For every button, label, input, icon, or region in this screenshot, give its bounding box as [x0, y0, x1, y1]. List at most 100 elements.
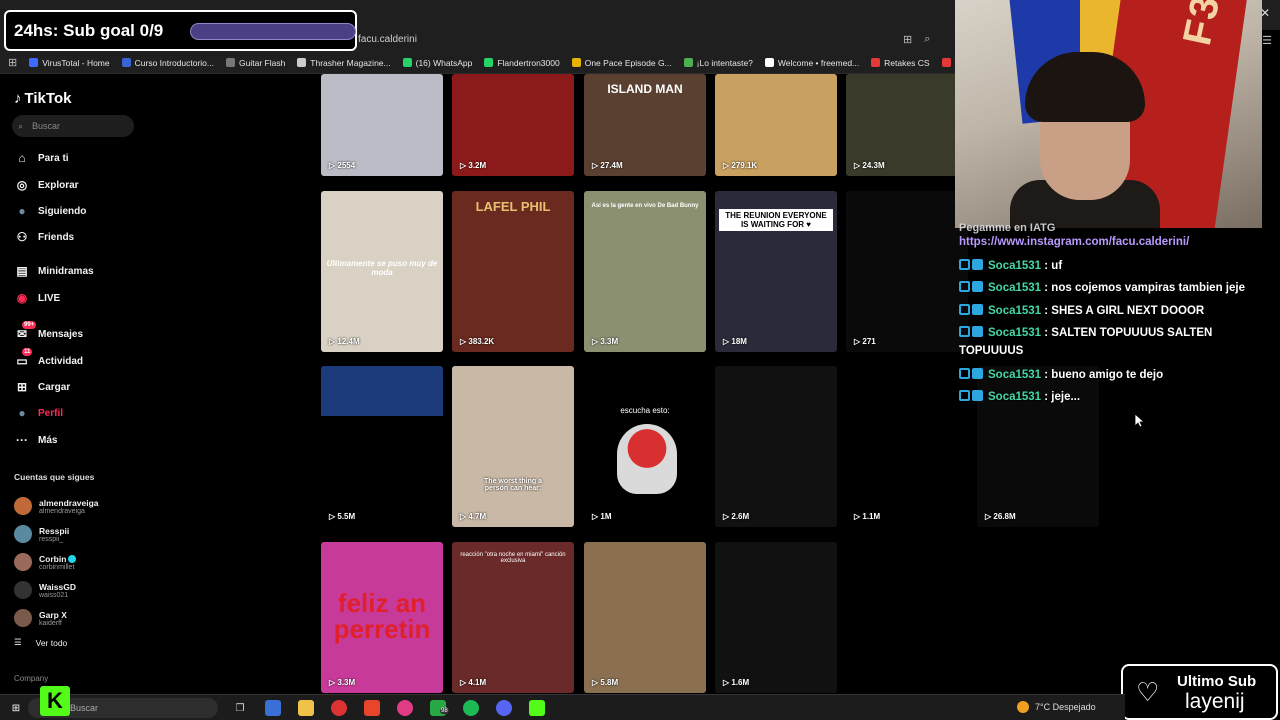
sidebar-item-explorar[interactable]: ◎ Explorar [14, 177, 79, 193]
kick-taskbar-icon[interactable] [529, 700, 545, 716]
video-thumbnail[interactable]: escucha esto: ▷ 1M [584, 366, 706, 527]
last-sub-overlay: ♡ Ultimo Sub layenij [1121, 664, 1278, 720]
view-count: ▷ 2.6M [723, 512, 750, 521]
chat-message: Soca1531 : jeje... [959, 388, 1259, 406]
sidebar-item-perfil[interactable]: ● Perfil [14, 405, 63, 421]
chat-message: Soca1531 : SHES A GIRL NEXT DOOOR [959, 302, 1259, 320]
weather-text: 7°C Despejado [1035, 702, 1096, 712]
video-thumbnail[interactable]: ▷ 271 [846, 191, 968, 352]
chat-instagram-link[interactable]: https://www.instagram.com/facu.calderini… [959, 236, 1189, 248]
chat-badge-icon [959, 259, 970, 270]
weather-widget[interactable]: 7°C Despejado [1017, 701, 1096, 713]
bookmark-item[interactable]: VirusTotal - Home [29, 58, 110, 68]
followed-account[interactable]: Corbin corbinmillet [14, 553, 77, 571]
video-thumbnail[interactable]: ▷ 24.3M [846, 74, 968, 176]
bookmark-item[interactable]: Curso Introductorio... [121, 58, 214, 68]
discord-icon[interactable] [496, 700, 512, 716]
sidebar-item-label: Minidramas [38, 265, 94, 277]
tiktok-logo[interactable]: ♪ TikTok [14, 90, 71, 107]
chat-app-icon[interactable]: 98 [430, 700, 449, 716]
bookmark-item[interactable]: One Pace Episode G... [571, 58, 672, 68]
bookmark-item[interactable]: Y [941, 58, 955, 68]
sidebar-item-mensajes[interactable]: ✉ 99+ Mensajes [14, 321, 83, 342]
bookmark-item[interactable]: Guitar Flash [226, 58, 285, 68]
url-text[interactable]: facu.calderini [358, 34, 417, 45]
sidebar-item-siguiendo[interactable]: ● Siguiendo [14, 203, 86, 219]
view-count: ▷ 2554 [329, 161, 356, 170]
sidebar-item-más[interactable]: ··· Más [14, 432, 57, 448]
bookmark-favicon-icon [226, 58, 235, 67]
chat-username: Soca1531 [988, 260, 1042, 272]
store-icon[interactable] [265, 700, 281, 716]
translate-icon[interactable]: ⊞ [903, 33, 912, 46]
bookmark-item[interactable]: Thrasher Magazine... [297, 58, 391, 68]
list-icon: ☰ [14, 637, 22, 647]
company-link[interactable]: Company [14, 674, 48, 683]
followed-account[interactable]: almendraveiga almendraveiga [14, 497, 99, 515]
video-thumbnail[interactable]: ▷ 2554 [321, 74, 443, 176]
search-input[interactable]: ⌕ Buscar [12, 115, 134, 137]
video-thumbnail[interactable]: ▷ 5.8M [584, 542, 706, 693]
video-thumbnail[interactable]: ▷ 3.2M [452, 74, 574, 176]
task-view-icon[interactable]: ❐ [232, 700, 248, 716]
view-count: ▷ 4.7M [460, 512, 487, 521]
video-thumbnail[interactable]: feliz an perretin ▷ 3.3M [321, 542, 443, 693]
video-thumbnail[interactable]: Ultimamente se puso muy de moda ▷ 12.4M [321, 191, 443, 352]
browser-menu-icon[interactable]: ☰ [1262, 34, 1272, 47]
video-thumbnail[interactable]: THE REUNION EVERYONE IS WAITING FOR ♥ ▷ 1… [715, 191, 837, 352]
chat-badge-icon [959, 281, 970, 292]
followed-account[interactable]: WaissGD waiss021 [14, 581, 76, 599]
bookmark-favicon-icon [297, 58, 307, 67]
video-thumbnail[interactable]: ▷ 1.1M [846, 366, 968, 527]
sub-goal-progress-bar [190, 23, 356, 40]
upload-icon: ⊞ [16, 380, 28, 394]
account-name: Garp X [39, 609, 67, 620]
account-name: Resspii [39, 525, 70, 536]
bookmark-label: Welcome • freemed... [777, 57, 860, 68]
followed-account[interactable]: Resspii resspii_ [14, 525, 69, 543]
account-handle: corbinmillet [39, 563, 75, 571]
sidebar-item-minidramas[interactable]: ▤ Minidramas [14, 263, 94, 279]
sidebar-item-cargar[interactable]: ⊞ Cargar [14, 379, 70, 395]
video-thumbnail[interactable]: ▷ 1.6M [715, 542, 837, 693]
windows-start-icon[interactable]: ⊞ [8, 700, 24, 716]
bookmark-item[interactable]: (16) WhatsApp [402, 58, 472, 68]
activity-icon: ▭ 11 [16, 348, 33, 368]
bookmark-item[interactable]: Retakes CS [871, 58, 930, 68]
video-thumbnail[interactable]: The worst thing a person can hear: ▷ 4.7M [452, 366, 574, 527]
notification-badge: 99+ [22, 321, 37, 329]
video-thumbnail[interactable]: Así es la gente en vivo De Bad Bunny ▷ 3.… [584, 191, 706, 352]
bookmark-item[interactable]: Flandertron3000 [484, 58, 560, 68]
brave-icon[interactable] [364, 700, 380, 716]
video-thumbnail[interactable]: ▷ 2.6M [715, 366, 837, 527]
opera-icon[interactable] [331, 700, 347, 716]
video-thumbnail[interactable]: LAFEL PHIL ▷ 383.2K [452, 191, 574, 352]
tiktok-sidebar: ♪ TikTok ⌕ Buscar ⌂ Para ti ◎ Explorar ● Sigu… [0, 74, 150, 694]
zoom-icon[interactable]: ⌕ [924, 33, 930, 46]
sidebar-item-friends[interactable]: ⚇ Friends [14, 229, 75, 245]
avatar [14, 553, 32, 571]
file-explorer-icon[interactable] [298, 700, 314, 716]
video-thumbnail[interactable]: ▷ 5.5M [321, 366, 443, 527]
video-thumbnail[interactable]: ISLAND MAN ▷ 27.4M [584, 74, 706, 176]
video-thumbnail[interactable]: ▷ 279.1K [715, 74, 837, 176]
sidebar-item-para-ti[interactable]: ⌂ Para ti [14, 150, 68, 166]
sidebar-item-actividad[interactable]: ▭ 11 Actividad [14, 348, 83, 369]
video-thumbnail[interactable]: reacción "otra noche en miami" canción e… [452, 542, 574, 693]
account-name: Corbin [39, 554, 77, 564]
followed-account[interactable]: Garp Xkaiderff [14, 609, 67, 627]
see-all-link[interactable]: ☰ Ver todo [14, 637, 67, 648]
view-count: ▷ 383.2K [460, 337, 495, 346]
notification-badge: 11 [22, 348, 33, 356]
app-icon[interactable] [397, 700, 413, 716]
bookmark-item[interactable]: Welcome • freemed... [764, 57, 860, 68]
bookmark-item[interactable]: ¡Lo intentaste? [683, 58, 753, 68]
taskbar-badge: 98 [440, 708, 449, 714]
bookmark-favicon-icon [484, 58, 494, 67]
apps-grid-icon[interactable]: ⊞ [8, 56, 17, 69]
spotify-icon[interactable] [463, 700, 479, 716]
sidebar-item-label: Perfil [38, 407, 64, 419]
sidebar-item-label: Más [38, 434, 58, 446]
view-count: ▷ 3.3M [592, 337, 619, 346]
sidebar-item-live[interactable]: ◉ LIVE [14, 290, 60, 306]
